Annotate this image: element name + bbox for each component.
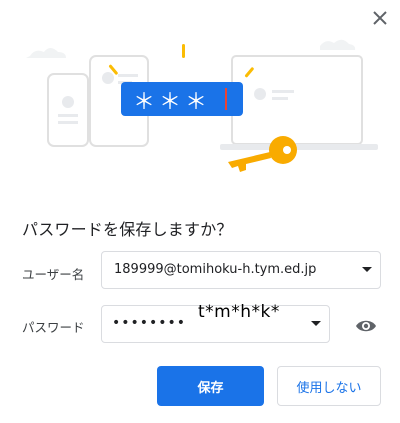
cloud-right (320, 39, 356, 50)
phone-graphic (47, 73, 89, 147)
password-select[interactable]: •••••••• t*m*h*k* (101, 302, 330, 343)
dialog-title: パスワードを保存しますか？ (22, 220, 233, 239)
eye-icon (356, 320, 376, 332)
close-button[interactable] (366, 4, 394, 32)
save-button[interactable]: 保存 (157, 366, 264, 406)
chevron-down-icon (362, 267, 372, 272)
close-icon (373, 11, 387, 25)
username-select[interactable]: 189999@tomihoku-h.tym.ed.jp (101, 251, 381, 289)
username-label: ユーザー名 (22, 267, 85, 282)
show-password-button[interactable] (352, 314, 380, 338)
password-pill-stars: ＊＊＊ (133, 90, 211, 115)
save-password-illustration: ＊＊＊ (26, 39, 378, 172)
password-masked-value: •••••••• (112, 315, 187, 331)
sparkle (182, 44, 185, 58)
laptop-graphic (220, 55, 378, 150)
text-cursor (225, 88, 227, 110)
chevron-down-icon (311, 321, 321, 326)
cloud-left (26, 48, 66, 58)
password-label: パスワード (22, 320, 85, 335)
username-value: 189999@tomihoku-h.tym.ed.jp (114, 262, 317, 277)
never-button[interactable]: 使用しない (277, 366, 381, 406)
password-overlay-text: t*m*h*k* (198, 302, 280, 322)
